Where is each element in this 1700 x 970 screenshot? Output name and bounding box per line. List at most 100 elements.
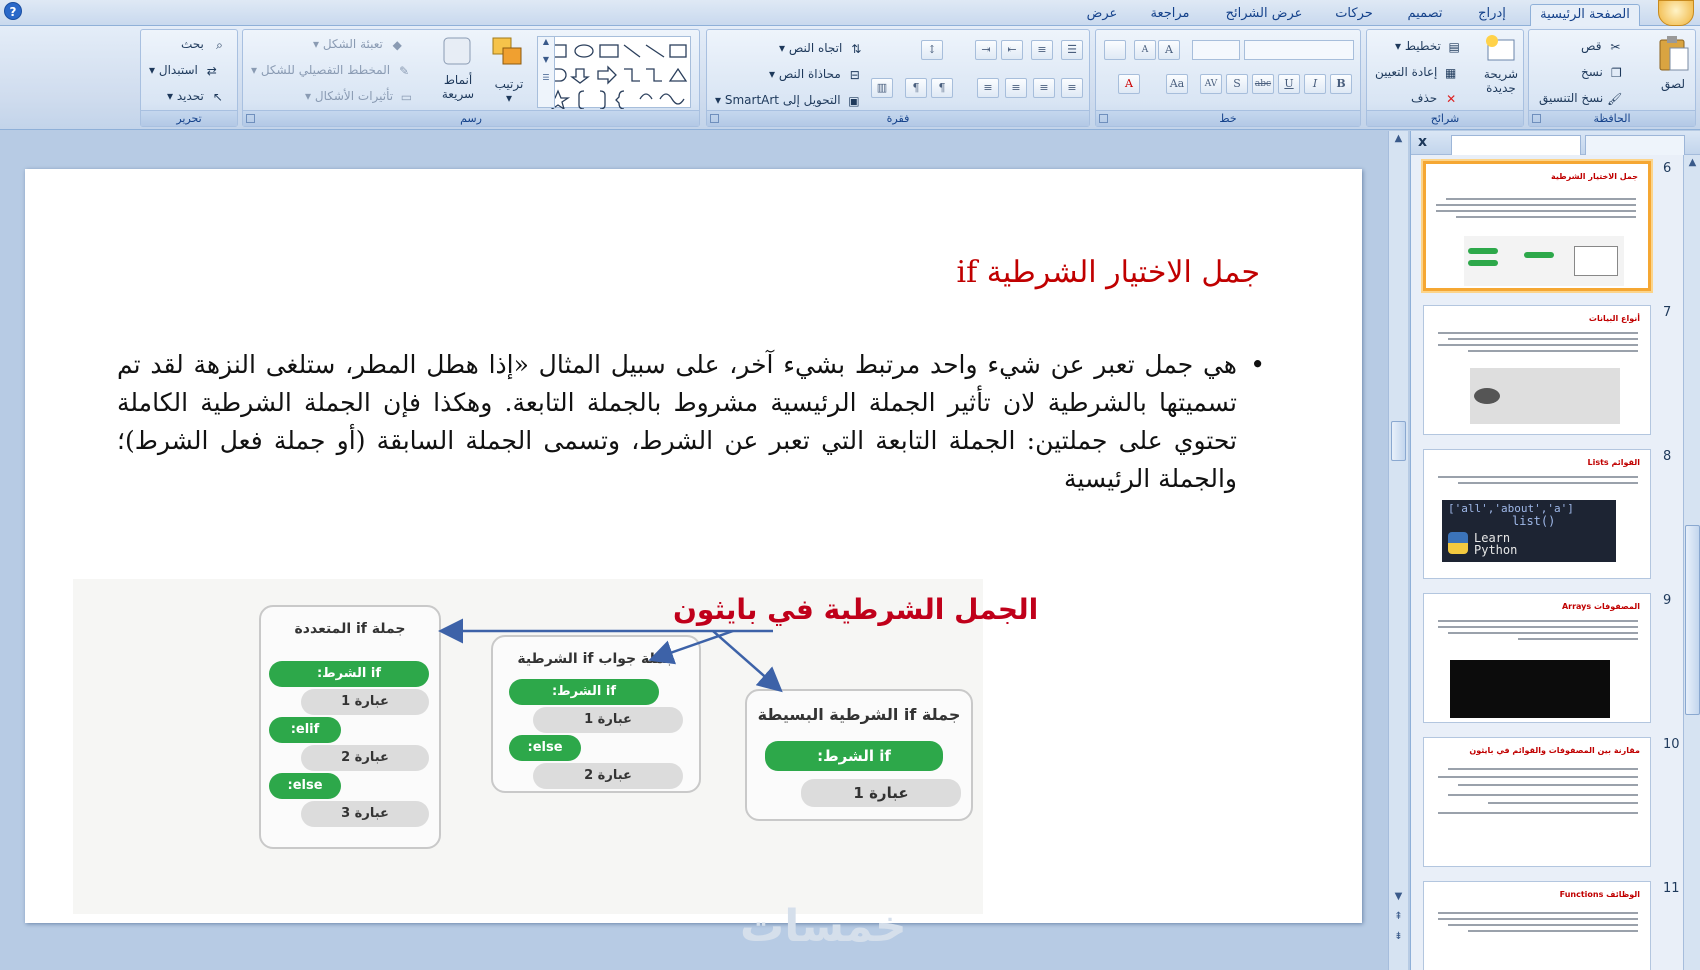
canvas-scroll-thumb[interactable] [1391,421,1406,461]
slide-thumbnail-11[interactable]: الوظائف Functions [1423,881,1651,970]
tab-review[interactable]: مراجعة [1140,4,1200,26]
shrink-font-button[interactable]: A [1134,40,1156,60]
bullets-button[interactable]: ☰ [1061,40,1083,60]
slide-thumbnail-10[interactable]: مقارنة بين المصفوفات والقوائم في بايثون [1423,737,1651,867]
slides-pane-scrollbar[interactable]: ▲ [1683,155,1700,970]
scroll-up-icon[interactable]: ▲ [1391,131,1406,146]
shape-fill-button[interactable]: ◆تعبئة الشكل ▾ [313,36,402,53]
tab-outline-view[interactable] [1585,135,1685,155]
thumb-6-line-2 [1436,204,1636,206]
font-launcher[interactable] [1099,114,1108,123]
canvas-vertical-scrollbar[interactable]: ▲ ▼ ⇞ ⇟ [1388,131,1408,970]
tab-slides-view[interactable] [1451,135,1581,155]
shapes-gallery-icons [545,44,688,111]
bold-button[interactable]: B [1330,74,1352,94]
thumb-6-pill-1 [1468,248,1498,254]
align-right-button[interactable]: ≡ [1061,78,1083,98]
help-button[interactable]: ? [4,2,22,20]
align-left-button[interactable]: ≡ [977,78,999,98]
slide-title[interactable]: جمل الاختيار الشرطية if [957,255,1260,290]
slide-thumbnail-9[interactable]: المصفوفات Arrays [1423,593,1651,723]
conditional-diagram-image[interactable]: الجمل الشرطية في بايثون جملة if المتعددة… [73,579,1038,914]
columns-button[interactable]: ▥ [871,78,893,98]
line-spacing-button[interactable]: ↕ [921,40,943,60]
char-spacing-button[interactable]: AV [1200,74,1222,94]
select-button[interactable]: ↖تحديد ▾ [167,88,223,105]
slides-pane-scroll-thumb[interactable] [1685,525,1700,715]
thumb-7-number: 7 [1663,305,1672,320]
rtl-button[interactable]: ¶ [931,78,953,98]
effects-icon: ▭ [400,89,413,104]
slide-editing-canvas: جمل الاختيار الشرطية if • هي جمل تعبر عن… [0,131,1410,970]
thumb-8-title: القوائم Lists [1587,458,1640,467]
strikethrough-button[interactable]: abc [1252,74,1274,94]
justify-button[interactable]: ≡ [1033,78,1055,98]
shape-outline-button[interactable]: ✎المخطط التفصيلي للشكل ▾ [251,62,409,79]
pane-scroll-up-icon[interactable]: ▲ [1685,155,1700,170]
font-color-button[interactable]: A [1118,74,1140,94]
shapes-gallery-scroll[interactable]: ▲ ▼ ☰ [537,36,555,108]
replace-button[interactable]: ⇄استبدال ▾ [149,62,217,79]
change-case-button[interactable]: Aa [1166,74,1188,94]
format-painter-button[interactable]: 🖌نسخ التنسيق [1539,90,1622,107]
cursor-icon: ↖ [212,89,223,104]
delete-slide-button[interactable]: ✕حذف [1411,90,1456,107]
font-size-combo[interactable] [1192,40,1240,60]
paste-button[interactable]: لصق [1651,34,1695,91]
slide-thumbnail-7[interactable]: أنواع البيانات [1423,305,1651,435]
copy-button[interactable]: ❐نسخ [1581,64,1622,81]
tab-insert[interactable]: إدراج [1470,4,1514,26]
office-button[interactable] [1658,0,1694,26]
slide-thumbnail-8[interactable]: القوائم Lists ['all','about','a'] list()… [1423,449,1651,579]
layout-button[interactable]: ▤تخطيط ▾ [1395,38,1460,55]
decrease-indent-button[interactable]: ⇤ [1001,40,1023,60]
next-slide-icon[interactable]: ⇟ [1391,929,1406,944]
slide[interactable]: جمل الاختيار الشرطية if • هي جمل تعبر عن… [25,169,1362,923]
align-text-button[interactable]: ⊟محاذاة النص ▾ [769,66,860,83]
arrange-icon [492,37,522,65]
underline-button[interactable]: U [1278,74,1300,94]
ifelse-box-stmt1: عبارة 1 [533,707,683,733]
italic-button[interactable]: I [1304,74,1326,94]
text-shadow-button[interactable]: S [1226,74,1248,94]
tab-view[interactable]: عرض [1080,4,1124,26]
drawing-launcher[interactable] [246,114,255,123]
grow-font-button[interactable]: A [1158,40,1180,60]
clear-format-button[interactable] [1104,40,1126,60]
smartart-icon: ▣ [848,93,860,108]
tab-slide-show[interactable]: عرض الشرائح [1220,4,1308,26]
paragraph-launcher[interactable] [710,114,719,123]
find-button[interactable]: ⌕بحث [181,36,223,53]
thumb-9-line-1 [1438,620,1638,622]
slide-body-text[interactable]: • هي جمل تعبر عن شيء واحد مرتبط بشيء آخر… [117,346,1265,498]
reset-button[interactable]: ▦إعادة التعيين [1375,64,1456,81]
quick-styles-button[interactable]: أنماط سريعة [433,34,483,101]
arrange-button[interactable]: ترتيب ▾ [485,34,533,105]
tab-home[interactable]: الصفحة الرئيسية [1530,4,1640,26]
clipboard-launcher[interactable] [1532,114,1541,123]
elif-box-stmt2: عبارة 2 [301,745,429,771]
font-name-combo[interactable] [1244,40,1354,60]
previous-slide-icon[interactable]: ⇞ [1391,909,1406,924]
brush-icon: 🖌 [1606,91,1623,106]
text-direction-button[interactable]: ⇅اتجاه النص ▾ [779,40,861,57]
close-icon[interactable]: x [1418,134,1427,150]
tab-animations[interactable]: حركات [1330,4,1378,26]
slide-thumbnail-6[interactable]: جمل الاختيار الشرطية [1423,161,1651,291]
tab-design[interactable]: تصميم [1400,4,1450,26]
shapes-gallery[interactable] [539,36,691,111]
new-slide-button[interactable]: شريحة جديدة [1479,34,1523,95]
ltr-button[interactable]: ¶ [905,78,927,98]
shape-effects-button[interactable]: ▭تأثيرات الأشكال ▾ [305,88,412,105]
ifelse-box-stmt2: عبارة 2 [533,763,683,789]
scroll-down-icon[interactable]: ▼ [1391,889,1406,904]
cut-button[interactable]: ✂قص [1581,38,1620,55]
thumb-10-line-4 [1448,794,1638,796]
numbering-button[interactable]: ≡ [1031,40,1053,60]
thumb-9-line-4 [1518,638,1638,640]
increase-indent-button[interactable]: ⇥ [975,40,997,60]
simple-if-box: جملة if الشرطية البسيطة if الشرط: عبارة … [745,689,973,821]
align-center-button[interactable]: ≡ [1005,78,1027,98]
smartart-button[interactable]: ▣التحويل إلى SmartArt ▾ [715,92,860,109]
paragraph-group-label: فقرة [707,110,1089,126]
